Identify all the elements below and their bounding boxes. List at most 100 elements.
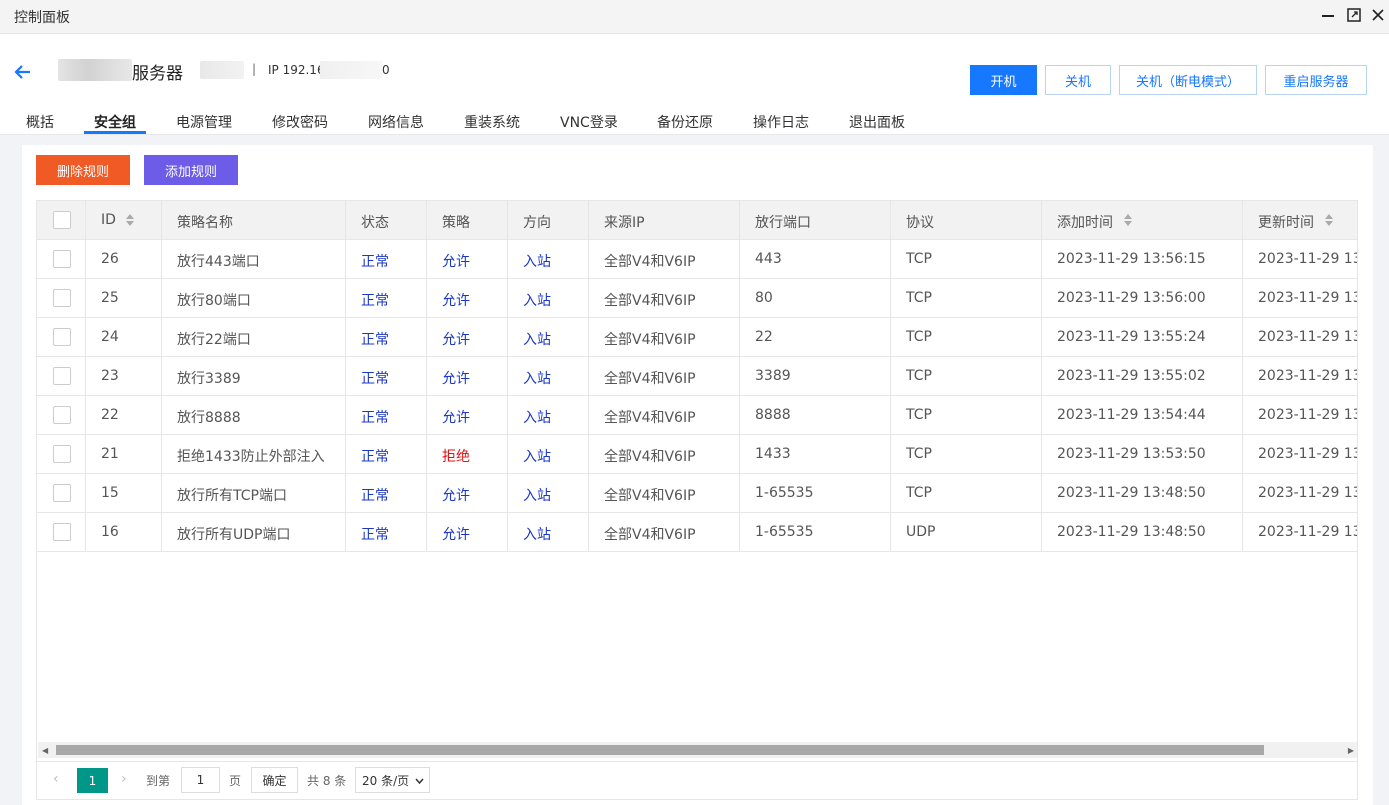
cell-port: 1-65535	[755, 485, 814, 501]
delete-rule-button[interactable]: 删除规则	[36, 155, 130, 185]
row-checkbox[interactable]	[53, 406, 71, 424]
tab-reinstall[interactable]: 重装系统	[464, 112, 520, 132]
sort-icon[interactable]	[1123, 213, 1133, 227]
cell-status: 正常	[361, 332, 389, 348]
sort-icon[interactable]	[125, 213, 135, 227]
cell-status: 正常	[361, 293, 389, 309]
column-divider	[1242, 201, 1243, 552]
col-source-ip: 来源IP	[604, 215, 645, 231]
row-checkbox[interactable]	[53, 484, 71, 502]
cell-policy: 拒绝	[442, 449, 470, 465]
power-off-button[interactable]: 关机	[1045, 65, 1111, 95]
cell-port: 80	[755, 290, 773, 306]
col-protocol: 协议	[906, 215, 934, 231]
cell-rule-name: 放行3389	[177, 371, 241, 387]
server-name: 服务器	[132, 64, 183, 84]
tab-backup[interactable]: 备份还原	[657, 112, 713, 132]
table-row[interactable]: 23 放行3389 正常 允许 入站 全部V4和V6IP 3389 TCP 2023-11-29…	[37, 357, 1357, 396]
power-on-button[interactable]: 开机	[970, 65, 1037, 95]
cell-updated-time: 2023-11-29 13:4	[1258, 524, 1357, 540]
tab-password[interactable]: 修改密码	[272, 112, 328, 132]
col-id[interactable]: ID	[101, 212, 116, 228]
select-all-checkbox[interactable]	[53, 211, 71, 229]
row-checkbox[interactable]	[53, 445, 71, 463]
cell-source-ip: 全部V4和V6IP	[604, 371, 696, 387]
cell-status: 正常	[361, 254, 389, 270]
maximize-icon[interactable]	[1345, 6, 1363, 24]
row-checkbox[interactable]	[53, 367, 71, 385]
scroll-right-icon[interactable]: ▶	[1348, 746, 1354, 755]
cell-policy: 允许	[442, 332, 470, 348]
cell-policy: 允许	[442, 293, 470, 309]
row-checkbox[interactable]	[53, 289, 71, 307]
table-row[interactable]: 24 放行22端口 正常 允许 入站 全部V4和V6IP 22 TCP 2023-11-29 1…	[37, 318, 1357, 357]
panel-tabs: 概括 安全组 电源管理 修改密码 网络信息 重装系统 VNC登录 备份还原 操作…	[0, 107, 1389, 135]
copy-ip-icon[interactable]: 0	[382, 63, 390, 77]
table-row[interactable]: 21 拒绝1433防止外部注入 正常 拒绝 入站 全部V4和V6IP 1433 TCP 2023…	[37, 435, 1357, 474]
cell-protocol: TCP	[906, 485, 932, 501]
tab-overview[interactable]: 概括	[26, 112, 54, 132]
cell-id: 25	[101, 290, 119, 306]
column-divider	[890, 201, 891, 552]
close-icon[interactable]	[1369, 6, 1387, 24]
tab-power[interactable]: 电源管理	[176, 112, 232, 132]
cell-direction: 入站	[523, 488, 551, 504]
horizontal-scrollbar[interactable]: ◀ ▶	[38, 742, 1357, 758]
col-status: 状态	[361, 215, 389, 231]
goto-confirm-button[interactable]: 确定	[251, 767, 298, 793]
goto-page-input[interactable]	[181, 767, 220, 793]
tab-logs[interactable]: 操作日志	[753, 112, 809, 132]
cell-id: 24	[101, 329, 119, 345]
reboot-button[interactable]: 重启服务器	[1265, 65, 1367, 95]
scroll-left-icon[interactable]: ◀	[42, 746, 48, 755]
table-row[interactable]: 26 放行443端口 正常 允许 入站 全部V4和V6IP 443 TCP 2023-11-29…	[37, 240, 1357, 279]
cell-updated-time: 2023-11-29 13:5	[1258, 446, 1357, 462]
cell-updated-time: 2023-11-29 13:5	[1258, 368, 1357, 384]
total-count: 共 8 条	[307, 774, 347, 788]
cell-direction: 入站	[523, 332, 551, 348]
next-page-icon[interactable]: ›	[121, 771, 127, 787]
power-off-hard-button[interactable]: 关机（断电模式）	[1119, 65, 1257, 95]
column-divider	[1041, 201, 1042, 552]
column-divider	[345, 201, 346, 552]
table-row[interactable]: 16 放行所有UDP端口 正常 允许 入站 全部V4和V6IP 1-65535 UDP 2023…	[37, 513, 1357, 552]
cell-policy: 允许	[442, 371, 470, 387]
table-header: ID 策略名称 状态 策略 方向 来源IP 放行端口 协议 添加时间 更新时间	[37, 201, 1357, 240]
row-checkbox[interactable]	[53, 523, 71, 541]
cell-rule-name: 放行所有TCP端口	[177, 488, 287, 504]
cell-rule-name: 拒绝1433防止外部注入	[177, 449, 325, 465]
cell-status: 正常	[361, 527, 389, 543]
current-page[interactable]: 1	[77, 768, 108, 793]
table-row[interactable]: 25 放行80端口 正常 允许 入站 全部V4和V6IP 80 TCP 2023-11-29 1…	[37, 279, 1357, 318]
col-added-time[interactable]: 添加时间	[1057, 212, 1113, 232]
tab-network[interactable]: 网络信息	[368, 112, 424, 132]
cell-status: 正常	[361, 449, 389, 465]
table-row[interactable]: 15 放行所有TCP端口 正常 允许 入站 全部V4和V6IP 1-65535 TCP 2023…	[37, 474, 1357, 513]
tab-exit[interactable]: 退出面板	[849, 112, 905, 132]
cell-rule-name: 放行443端口	[177, 254, 260, 270]
page-size-select[interactable]: 20 条/页	[355, 767, 430, 793]
scrollbar-thumb[interactable]	[56, 745, 1264, 755]
minimize-icon[interactable]	[1319, 6, 1337, 24]
column-divider	[426, 201, 427, 552]
add-rule-button[interactable]: 添加规则	[144, 155, 238, 185]
tab-security-group[interactable]: 安全组	[94, 112, 136, 132]
column-divider	[739, 201, 740, 552]
row-checkbox[interactable]	[53, 250, 71, 268]
sort-icon[interactable]	[1324, 213, 1334, 227]
cell-source-ip: 全部V4和V6IP	[604, 410, 696, 426]
cell-updated-time: 2023-11-29 13:4	[1258, 485, 1357, 501]
cell-port: 443	[755, 251, 782, 267]
row-checkbox[interactable]	[53, 328, 71, 346]
column-divider	[85, 201, 86, 552]
cell-rule-name: 放行8888	[177, 410, 241, 426]
cell-updated-time: 2023-11-29 13:5	[1258, 329, 1357, 345]
cell-port: 8888	[755, 407, 791, 423]
prev-page-icon[interactable]: ‹	[53, 771, 59, 787]
back-arrow-icon[interactable]	[14, 63, 32, 81]
cell-protocol: TCP	[906, 407, 932, 423]
cell-policy: 允许	[442, 410, 470, 426]
tab-vnc[interactable]: VNC登录	[560, 112, 618, 132]
col-updated-time[interactable]: 更新时间	[1258, 212, 1314, 232]
table-row[interactable]: 22 放行8888 正常 允许 入站 全部V4和V6IP 8888 TCP 2023-11-29…	[37, 396, 1357, 435]
